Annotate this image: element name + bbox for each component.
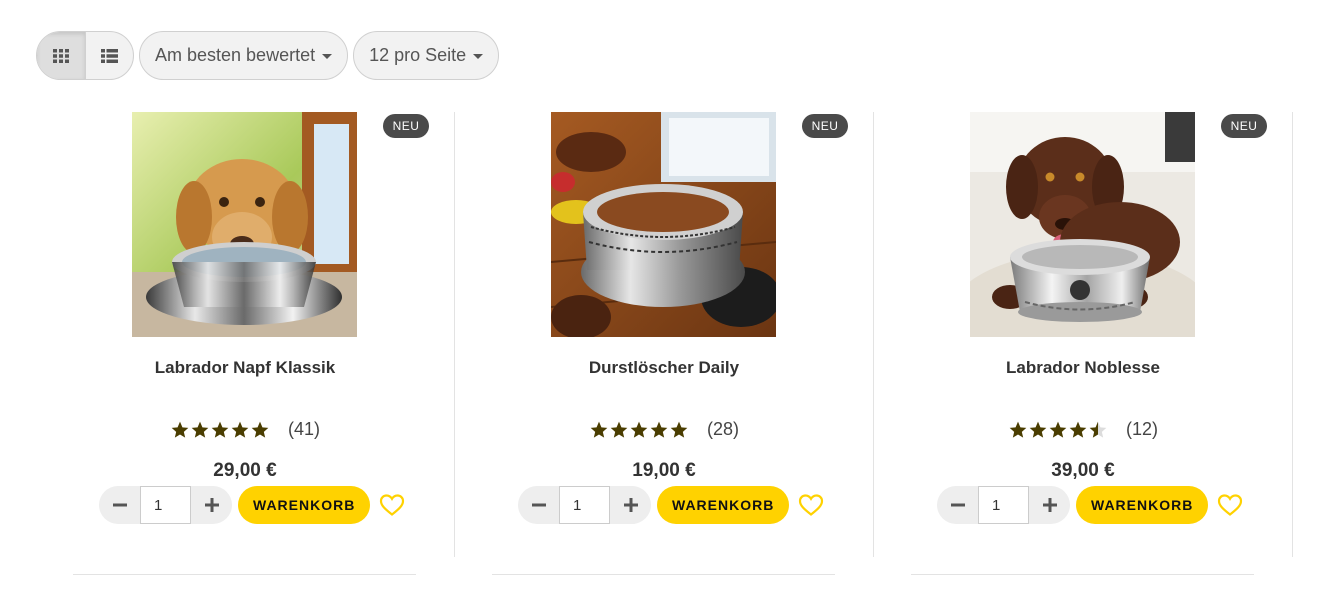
sort-dropdown[interactable]: Am besten bewertet xyxy=(139,31,349,80)
star-icon xyxy=(670,421,688,438)
minus-icon xyxy=(531,503,546,507)
decrease-quantity-button[interactable] xyxy=(99,486,140,524)
heart-icon[interactable] xyxy=(1217,493,1243,517)
view-toggle xyxy=(36,31,134,80)
minus-icon xyxy=(950,503,965,507)
list-view-button[interactable] xyxy=(85,32,133,79)
quantity-stepper xyxy=(937,486,1070,524)
row-divider xyxy=(73,574,416,575)
star-icon xyxy=(1009,421,1027,438)
grid-view-button[interactable] xyxy=(37,32,85,79)
product-price: 39,00 € xyxy=(1051,460,1115,481)
list-icon xyxy=(101,48,118,63)
star-icon xyxy=(251,421,269,438)
product-image[interactable] xyxy=(970,112,1195,337)
product-price: 19,00 € xyxy=(632,460,696,481)
star-icon xyxy=(590,421,608,438)
per-page-label: 12 pro Seite xyxy=(369,45,467,65)
product-card: NEU Labrador Noblesse (12) 39,00 € 1 WAR… xyxy=(874,112,1293,557)
product-title[interactable]: Durstlöscher Daily xyxy=(455,358,873,378)
decrease-quantity-button[interactable] xyxy=(518,486,559,524)
heart-icon[interactable] xyxy=(379,493,405,517)
add-to-cart-button[interactable]: WARENKORB xyxy=(238,486,371,524)
add-to-cart-button[interactable]: WARENKORB xyxy=(1076,486,1209,524)
row-divider xyxy=(911,574,1254,575)
product-rating: (28) xyxy=(455,419,873,440)
plus-icon xyxy=(1042,498,1057,512)
star-icon xyxy=(650,421,668,438)
product-rating: (41) xyxy=(36,419,454,440)
decrease-quantity-button[interactable] xyxy=(937,486,978,524)
increase-quantity-button[interactable] xyxy=(610,486,651,524)
star-icon xyxy=(610,421,628,438)
star-icon xyxy=(1029,421,1047,438)
product-price: 29,00 € xyxy=(213,460,277,481)
buy-row: WARENKORB xyxy=(518,486,824,524)
product-card: NEU Durstlöscher Daily (28) 19,00 € 1 WA… xyxy=(455,112,874,557)
rating-count[interactable]: (41) xyxy=(288,419,320,440)
new-badge: NEU xyxy=(383,114,429,138)
heart-icon[interactable] xyxy=(798,493,824,517)
rating-stars xyxy=(589,420,689,440)
minus-icon xyxy=(112,503,127,507)
quantity-stepper xyxy=(99,486,232,524)
sort-label: Am besten bewertet xyxy=(155,45,316,65)
row-divider xyxy=(492,574,835,575)
rating-stars xyxy=(1008,420,1108,440)
buy-row: WARENKORB xyxy=(937,486,1243,524)
product-card: NEU Labrador Napf Klassik (41) 29,00 € 1… xyxy=(36,112,455,557)
quantity-stepper xyxy=(518,486,651,524)
caret-down-icon xyxy=(473,54,484,59)
product-grid: NEU Labrador Napf Klassik (41) 29,00 € 1… xyxy=(36,112,1293,597)
star-half-icon xyxy=(1089,421,1107,438)
product-image[interactable] xyxy=(551,112,776,337)
buy-row: WARENKORB xyxy=(99,486,405,524)
quantity-input[interactable] xyxy=(140,486,191,524)
star-icon xyxy=(171,421,189,438)
rating-stars xyxy=(170,420,270,440)
caret-down-icon xyxy=(322,54,333,59)
star-icon xyxy=(211,421,229,438)
product-rating: (12) xyxy=(874,419,1292,440)
new-badge: NEU xyxy=(802,114,848,138)
quantity-input[interactable] xyxy=(559,486,610,524)
listing-toolbar: Am besten bewertet 12 pro Seite xyxy=(36,31,500,80)
increase-quantity-button[interactable] xyxy=(1029,486,1070,524)
rating-count[interactable]: (12) xyxy=(1126,419,1158,440)
grid-icon xyxy=(53,48,69,63)
plus-icon xyxy=(204,498,219,512)
plus-icon xyxy=(623,498,638,512)
add-to-cart-button[interactable]: WARENKORB xyxy=(657,486,790,524)
star-icon xyxy=(630,421,648,438)
quantity-input[interactable] xyxy=(978,486,1029,524)
card-divider xyxy=(1292,112,1293,557)
product-title[interactable]: Labrador Noblesse xyxy=(874,358,1292,378)
star-icon xyxy=(1049,421,1067,438)
per-page-dropdown[interactable]: 12 pro Seite xyxy=(353,31,500,80)
rating-count[interactable]: (28) xyxy=(707,419,739,440)
product-image[interactable] xyxy=(132,112,357,337)
star-icon xyxy=(231,421,249,438)
star-icon xyxy=(1069,421,1087,438)
increase-quantity-button[interactable] xyxy=(191,486,232,524)
product-title[interactable]: Labrador Napf Klassik xyxy=(36,358,454,378)
star-icon xyxy=(191,421,209,438)
new-badge: NEU xyxy=(1221,114,1267,138)
